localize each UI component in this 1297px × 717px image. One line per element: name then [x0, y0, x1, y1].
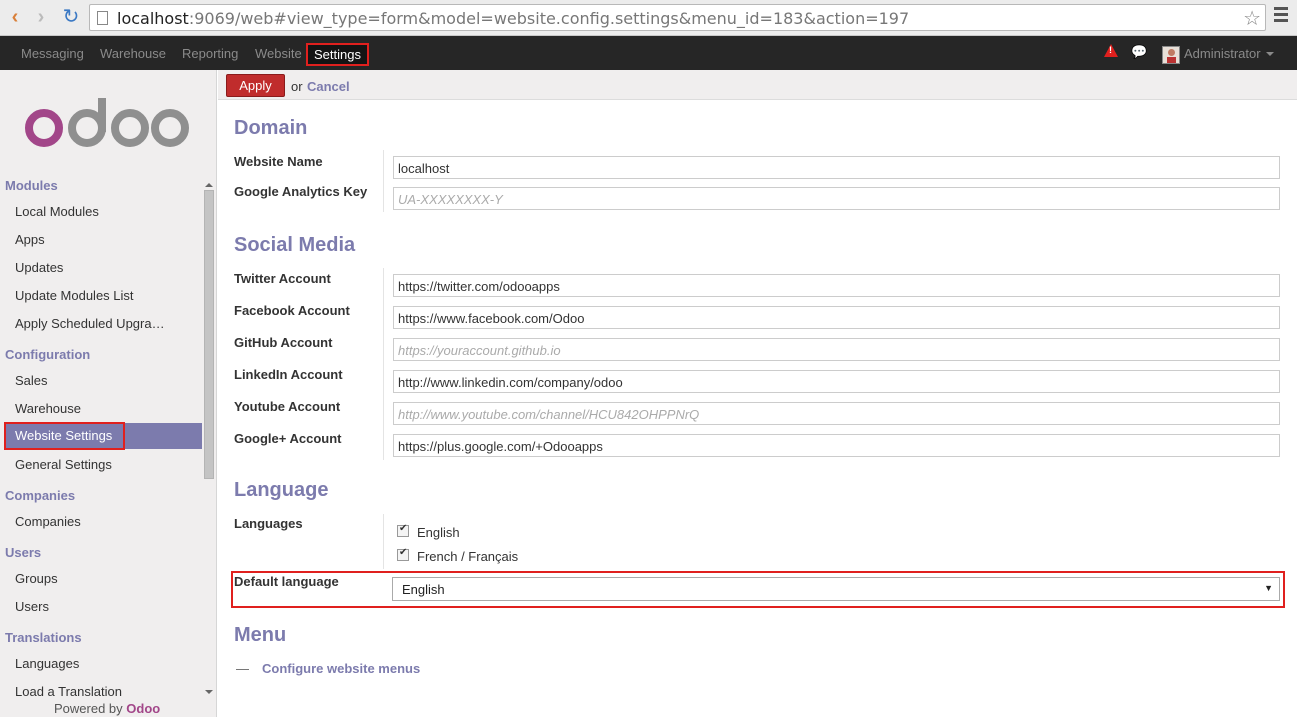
sidebar: Modules Local Modules Apps Updates Updat… [0, 70, 217, 717]
sidebar-section-companies: Companies [5, 488, 76, 503]
website-name-input[interactable]: localhost [393, 156, 1280, 179]
ga-key-input[interactable]: UA-XXXXXXXX-Y [393, 187, 1280, 210]
sidebar-item-sales[interactable]: Sales [15, 373, 48, 388]
nav-warehouse[interactable]: Warehouse [100, 46, 166, 61]
sidebar-item-general-settings[interactable]: General Settings [15, 457, 112, 472]
divider [383, 514, 384, 569]
sidebar-section-configuration: Configuration [5, 347, 91, 362]
linkedin-input[interactable]: http://www.linkedin.com/company/odoo [393, 370, 1280, 393]
top-navbar: Messaging Warehouse Reporting Website Se… [0, 36, 1297, 70]
sidebar-item-update-modules-list[interactable]: Update Modules List [15, 288, 134, 303]
bookmark-star-icon[interactable]: ☆ [1243, 6, 1261, 31]
sidebar-scrollbar[interactable] [203, 181, 215, 701]
linkedin-label: LinkedIn Account [234, 367, 343, 382]
user-menu[interactable]: Administrator [1184, 46, 1261, 61]
github-input[interactable]: https://youraccount.github.io [393, 338, 1280, 361]
default-language-value: English [402, 582, 445, 597]
sidebar-item-apply-scheduled-upgrades[interactable]: Apply Scheduled Upgra… [15, 316, 165, 331]
default-language-label: Default language [234, 574, 339, 589]
dash-icon [236, 669, 249, 670]
nav-reporting[interactable]: Reporting [182, 46, 238, 61]
scroll-thumb[interactable] [204, 190, 214, 479]
sidebar-item-updates[interactable]: Updates [15, 260, 63, 275]
powered-by: Powered by Odoo [54, 701, 161, 716]
cancel-button[interactable]: Cancel [307, 79, 350, 94]
configure-website-menus-link[interactable]: Configure website menus [262, 661, 420, 676]
website-name-label: Website Name [234, 154, 323, 169]
youtube-label: Youtube Account [234, 399, 341, 414]
scroll-up-icon[interactable] [205, 183, 213, 187]
languages-label: Languages [234, 516, 303, 531]
sidebar-item-load-translation[interactable]: Load a Translation [15, 684, 122, 699]
reload-icon[interactable]: ↻ [60, 6, 82, 28]
browser-menu-icon[interactable] [1274, 7, 1288, 25]
odoo-brand-link[interactable]: Odoo [126, 701, 160, 716]
checkbox-french-label: French / Français [417, 549, 519, 564]
page-icon [97, 11, 108, 25]
sidebar-section-translations: Translations [5, 630, 82, 645]
chat-icon[interactable]: 💬 [1131, 44, 1147, 60]
scroll-down-icon[interactable] [205, 690, 213, 694]
sidebar-item-website-settings[interactable]: Website Settings [4, 422, 202, 450]
checkbox-english-label: English [417, 525, 460, 540]
section-title-language: Language [234, 479, 329, 501]
twitter-input[interactable]: https://twitter.com/odooapps [393, 274, 1280, 297]
dropdown-arrow-icon: ▼ [1264, 583, 1273, 593]
sidebar-item-local-modules[interactable]: Local Modules [15, 204, 99, 219]
googleplus-input[interactable]: https://plus.google.com/+Odooapps [393, 434, 1280, 457]
ga-key-label: Google Analytics Key [234, 184, 368, 199]
sidebar-item-users[interactable]: Users [15, 599, 49, 614]
main-content: Apply or Cancel Domain Website Name loca… [218, 70, 1297, 717]
warning-icon[interactable] [1104, 44, 1118, 57]
section-title-social-media: Social Media [234, 234, 356, 256]
chevron-down-icon[interactable] [1266, 52, 1274, 56]
twitter-label: Twitter Account [234, 271, 331, 286]
nav-settings[interactable]: Settings [306, 43, 369, 66]
sidebar-item-warehouse[interactable]: Warehouse [15, 401, 81, 416]
github-label: GitHub Account [234, 335, 333, 350]
url-text: localhost:9069/web#view_type=form&model=… [117, 9, 910, 28]
default-language-select[interactable]: English ▼ [392, 577, 1280, 601]
sidebar-section-modules: Modules [5, 178, 58, 193]
youtube-input[interactable]: http://www.youtube.com/channel/HCU842OHP… [393, 402, 1280, 425]
browser-toolbar: ‹ › ↻ localhost:9069/web#view_type=form&… [0, 0, 1297, 36]
section-title-domain: Domain [234, 117, 308, 139]
odoo-logo[interactable] [24, 98, 194, 150]
sidebar-section-users: Users [5, 545, 42, 560]
googleplus-label: Google+ Account [234, 431, 342, 446]
address-bar[interactable]: localhost:9069/web#view_type=form&model=… [89, 4, 1266, 31]
action-bar: Apply or Cancel [218, 70, 1297, 100]
section-title-menu: Menu [234, 624, 287, 646]
nav-messaging[interactable]: Messaging [21, 46, 84, 61]
sidebar-item-groups[interactable]: Groups [15, 571, 58, 586]
facebook-input[interactable]: https://www.facebook.com/Odoo [393, 306, 1280, 329]
apply-button[interactable]: Apply [226, 74, 285, 97]
or-text: or [291, 79, 303, 94]
forward-arrow-icon[interactable]: › [30, 6, 52, 28]
back-arrow-icon[interactable]: ‹ [4, 6, 26, 28]
sidebar-item-apps[interactable]: Apps [15, 232, 45, 247]
sidebar-item-companies[interactable]: Companies [15, 514, 81, 529]
checkbox-french[interactable] [397, 547, 409, 561]
highlight-box [4, 422, 125, 450]
nav-website[interactable]: Website [255, 46, 302, 61]
sidebar-item-languages[interactable]: Languages [15, 656, 79, 671]
facebook-label: Facebook Account [234, 303, 350, 318]
avatar[interactable] [1162, 46, 1180, 64]
checkbox-english[interactable] [397, 523, 409, 537]
divider [383, 268, 384, 460]
divider [383, 150, 384, 212]
